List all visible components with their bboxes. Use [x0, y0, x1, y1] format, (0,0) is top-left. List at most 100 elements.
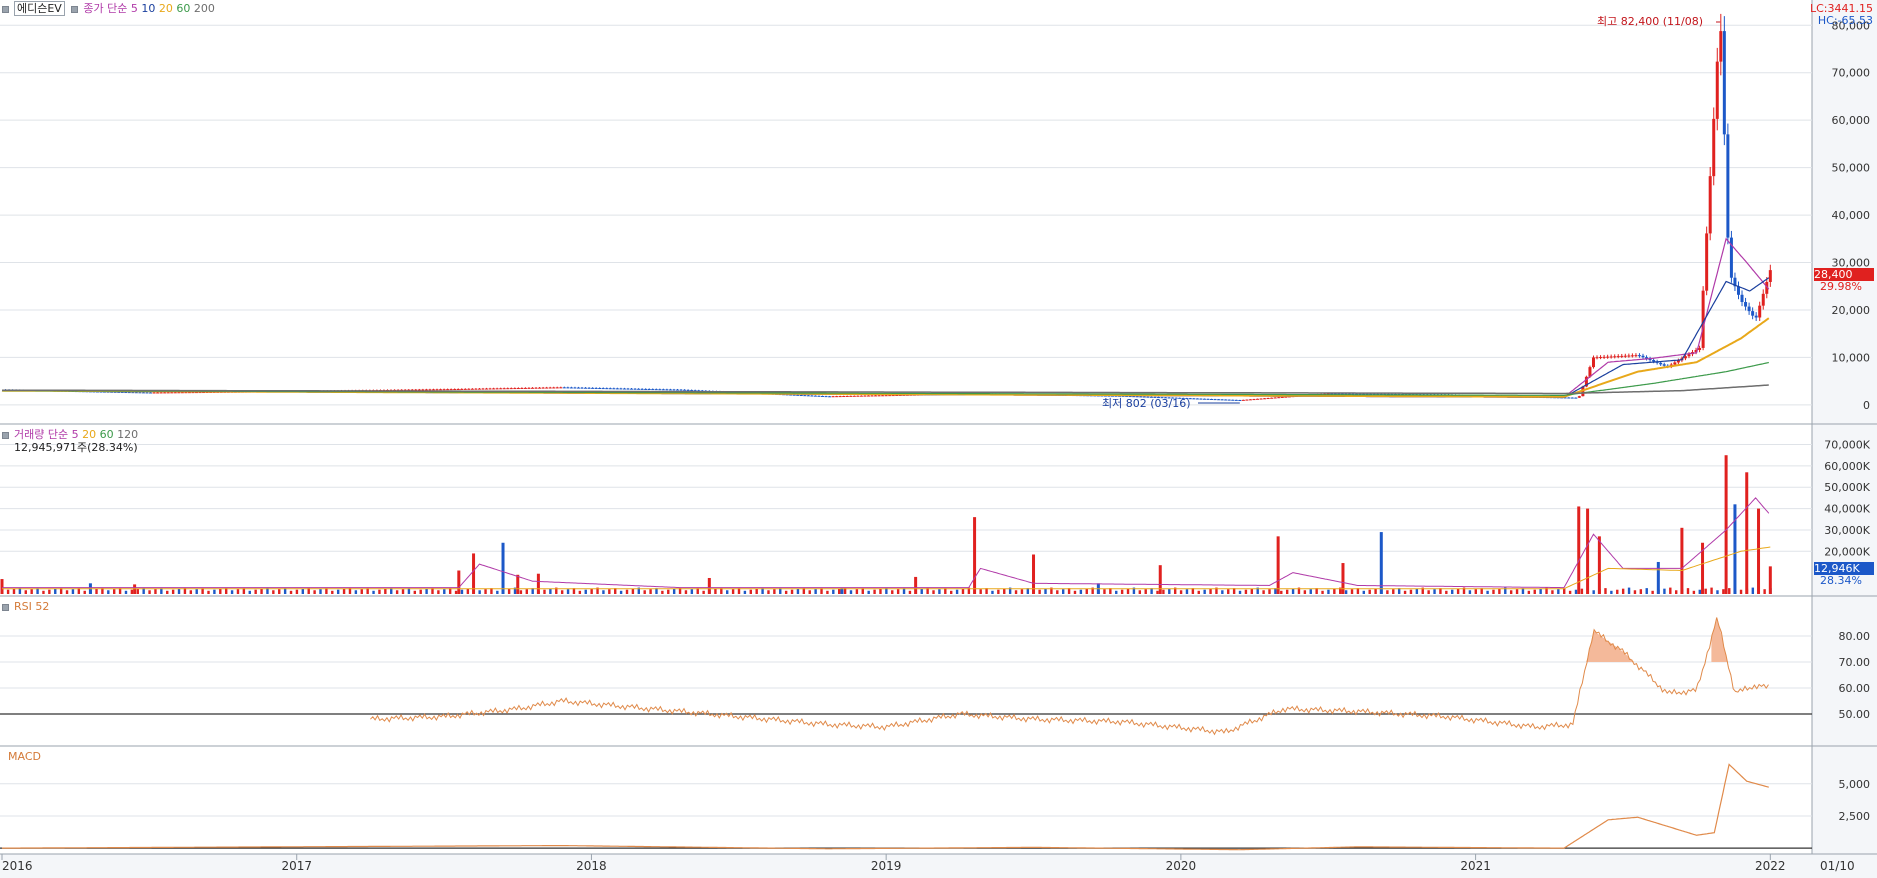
candle-body [1599, 357, 1603, 359]
legend-vma60: 60 [99, 428, 114, 441]
hc-label: HC:-65.53 [1817, 14, 1873, 27]
volume-bar [112, 589, 116, 594]
volume-bar [578, 590, 582, 594]
volume-bar [1433, 589, 1436, 594]
volume-bar [248, 590, 251, 594]
volume-legend[interactable]: 거래량 단순 5 20 60 120 [2, 428, 138, 441]
volume-bar [1710, 587, 1713, 594]
panel-toggle-icon[interactable] [2, 5, 9, 13]
volume-bar [1221, 590, 1224, 594]
candle-body [1245, 399, 1249, 401]
volume-bar [1227, 589, 1230, 594]
candle-body [1210, 398, 1214, 400]
volume-bar [672, 588, 676, 594]
volume-bar [519, 590, 523, 594]
candle-body [640, 388, 644, 390]
volume-bar [413, 590, 417, 594]
candle-body [881, 395, 885, 397]
candle-body [463, 388, 467, 390]
volume-bar [1616, 589, 1619, 594]
candle-body [134, 392, 138, 394]
volume-spike-bar [1680, 527, 1684, 594]
volume-bar [207, 590, 210, 594]
volume-bar [1456, 588, 1460, 594]
candle-body [817, 395, 821, 397]
candle-body [1284, 396, 1288, 398]
volume-spike-bar [973, 517, 977, 594]
candle-body [888, 395, 892, 397]
volume-bar [1557, 589, 1560, 594]
volume-bar [1692, 590, 1696, 594]
candle-body [1715, 61, 1719, 119]
price-tick-label: 20,000 [1832, 304, 1871, 317]
volume-bar [997, 589, 1000, 594]
volume-bar [1645, 588, 1648, 594]
volume-bar [1185, 589, 1189, 594]
candle-body [435, 389, 439, 391]
volume-bar [849, 590, 853, 594]
candle-body [1238, 400, 1242, 402]
volume-bar [130, 589, 134, 594]
candle-body [470, 388, 474, 390]
x-axis-right-label: 01/10 [1820, 859, 1855, 873]
volume-spike-bar [914, 576, 918, 594]
volume-bar [879, 588, 882, 594]
candle-body [1606, 356, 1610, 358]
candle-body [156, 392, 160, 394]
candle-body [1577, 396, 1581, 398]
candle-body [594, 387, 598, 389]
volume-bar [1698, 589, 1701, 594]
legend-toggle-icon[interactable] [71, 5, 79, 13]
rsi-toggle-icon[interactable] [2, 603, 9, 611]
candle-body [1217, 399, 1221, 401]
candle-body [849, 395, 853, 397]
candle-body [1199, 398, 1203, 400]
candle-body [1652, 360, 1656, 362]
candle-body [612, 388, 616, 390]
volume-toggle-icon[interactable] [2, 431, 9, 439]
volume-bar [384, 588, 387, 594]
volume-bar [83, 590, 86, 594]
candle-body [442, 389, 446, 391]
candle-body [446, 389, 450, 391]
volume-bar [1515, 589, 1519, 594]
volume-legend-label: 거래량 단순 [14, 428, 69, 441]
candle-body [665, 389, 669, 391]
volume-bar [908, 590, 912, 594]
stock-name[interactable]: 에디슨EV [14, 1, 65, 16]
volume-bar [731, 589, 735, 594]
volume-bar [938, 589, 941, 594]
volume-bar [154, 589, 157, 594]
volume-bar [1551, 590, 1554, 594]
price-legend[interactable]: 에디슨EV 종가 단순 5 10 20 60 200 [2, 1, 215, 16]
candle-body [1280, 396, 1284, 398]
stock-chart[interactable]: 010,00020,00030,00040,00050,00060,00070,… [0, 0, 1877, 878]
candle-body [1641, 355, 1645, 358]
volume-bar [602, 590, 605, 594]
volume-bar [549, 588, 552, 594]
volume-bar [360, 589, 363, 594]
volume-bar [107, 590, 110, 594]
volume-bar [891, 590, 894, 594]
volume-bar [1327, 589, 1330, 594]
candle-body [1630, 355, 1634, 357]
candle-body [835, 396, 839, 398]
volume-bar [784, 590, 788, 594]
volume-bar [1728, 588, 1731, 594]
volume-bar [24, 590, 27, 594]
rsi-legend[interactable]: RSI 52 [2, 600, 49, 613]
volume-bar [295, 589, 299, 594]
candle-body [1248, 399, 1252, 401]
volume-bar [608, 589, 611, 594]
x-tick-label: 2017 [281, 859, 312, 873]
candle-body [608, 388, 612, 390]
candle-body [1634, 355, 1638, 357]
volume-spike-bar [1586, 508, 1590, 594]
candle-body [668, 389, 672, 391]
candle-body [1220, 399, 1224, 401]
candle-body [566, 387, 570, 389]
candle-body [485, 388, 489, 390]
candle-body [163, 392, 167, 394]
candle-body [1195, 398, 1199, 400]
candle-body [177, 392, 181, 394]
